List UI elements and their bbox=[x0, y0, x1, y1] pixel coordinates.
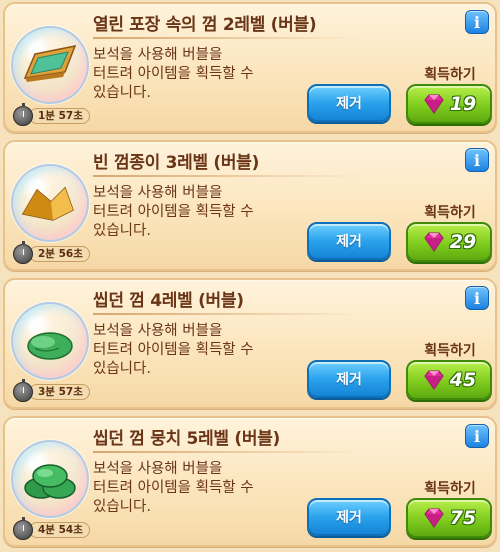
divider bbox=[93, 175, 363, 177]
bubble-item-list: 1분 57초 열린 포장 속의 껌 2레벨 (버블) 보석을 사용해 버블을 터… bbox=[0, 0, 500, 552]
gem-icon bbox=[424, 370, 444, 390]
remove-button[interactable]: 제거 bbox=[307, 84, 391, 122]
stopwatch-icon bbox=[13, 379, 33, 402]
get-label: 획득하기 bbox=[424, 343, 476, 359]
item-description: 보석을 사용해 버블을 터트려 아이템을 획득할 수 있습니다. bbox=[93, 323, 254, 377]
timer-text: 4분 54초 bbox=[29, 522, 90, 538]
bubble bbox=[11, 164, 89, 242]
bubble-item-card: 1분 57초 열린 포장 속의 껌 2레벨 (버블) 보석을 사용해 버블을 터… bbox=[3, 2, 497, 133]
bubble bbox=[11, 302, 89, 380]
item-description: 보석을 사용해 버블을 터트려 아이템을 획득할 수 있습니다. bbox=[93, 461, 254, 515]
get-label: 획득하기 bbox=[424, 205, 476, 221]
info-icon[interactable]: i bbox=[465, 148, 489, 172]
item-title: 빈 껌종이 3레벨 (버블) bbox=[93, 153, 260, 173]
item-description: 보석을 사용해 버블을 터트려 아이템을 획득할 수 있습니다. bbox=[93, 185, 254, 239]
timer: 1분 57초 bbox=[13, 103, 90, 126]
gem-icon bbox=[424, 508, 444, 528]
item-title: 씹던 껌 4레벨 (버블) bbox=[93, 291, 244, 311]
buy-with-gems-button[interactable]: 29 bbox=[406, 222, 492, 262]
stopwatch-icon bbox=[13, 241, 33, 264]
gem-price: 29 bbox=[449, 231, 477, 253]
item-title: 씹던 껌 뭉치 5레벨 (버블) bbox=[93, 429, 281, 449]
gem-price: 45 bbox=[449, 369, 477, 391]
timer: 4분 54초 bbox=[13, 517, 90, 540]
gem-icon bbox=[424, 232, 444, 252]
remove-button[interactable]: 제거 bbox=[307, 222, 391, 260]
gem-price: 19 bbox=[449, 93, 477, 115]
bubble-item-card: 2분 56초 빈 껌종이 3레벨 (버블) 보석을 사용해 버블을 터트려 아이… bbox=[3, 140, 497, 271]
divider bbox=[93, 37, 363, 39]
buy-with-gems-button[interactable]: 45 bbox=[406, 360, 492, 400]
remove-button[interactable]: 제거 bbox=[307, 498, 391, 536]
info-icon[interactable]: i bbox=[465, 286, 489, 310]
get-label: 획득하기 bbox=[424, 481, 476, 497]
info-icon[interactable]: i bbox=[465, 424, 489, 448]
timer-text: 1분 57초 bbox=[29, 108, 90, 124]
open-wrapper-gum-icon bbox=[23, 44, 77, 82]
buy-with-gems-button[interactable]: 19 bbox=[406, 84, 492, 124]
stopwatch-icon bbox=[13, 103, 33, 126]
gem-price: 75 bbox=[449, 507, 477, 529]
item-title: 열린 포장 속의 껌 2레벨 (버블) bbox=[93, 15, 317, 35]
bubble-item-card: 4분 54초 씹던 껌 뭉치 5레벨 (버블) 보석을 사용해 버블을 터트려 … bbox=[3, 416, 497, 547]
gem-icon bbox=[424, 94, 444, 114]
bubble-item-card: 3분 57초 씹던 껌 4레벨 (버블) 보석을 사용해 버블을 터트려 아이템… bbox=[3, 278, 497, 409]
chewed-gum-lump-icon bbox=[24, 464, 76, 499]
timer-text: 3분 57초 bbox=[29, 384, 90, 400]
timer: 2분 56초 bbox=[13, 241, 90, 264]
empty-gum-wrapper-icon bbox=[21, 186, 74, 221]
stopwatch-icon bbox=[13, 517, 33, 540]
info-icon[interactable]: i bbox=[465, 10, 489, 34]
divider bbox=[93, 451, 363, 453]
chewed-gum-icon bbox=[27, 332, 73, 360]
timer: 3분 57초 bbox=[13, 379, 90, 402]
remove-button[interactable]: 제거 bbox=[307, 360, 391, 398]
get-label: 획득하기 bbox=[424, 67, 476, 83]
item-description: 보석을 사용해 버블을 터트려 아이템을 획득할 수 있습니다. bbox=[93, 47, 254, 101]
buy-with-gems-button[interactable]: 75 bbox=[406, 498, 492, 538]
divider bbox=[93, 313, 363, 315]
bubble bbox=[11, 440, 89, 518]
bubble bbox=[11, 26, 89, 104]
timer-text: 2분 56초 bbox=[29, 246, 90, 262]
